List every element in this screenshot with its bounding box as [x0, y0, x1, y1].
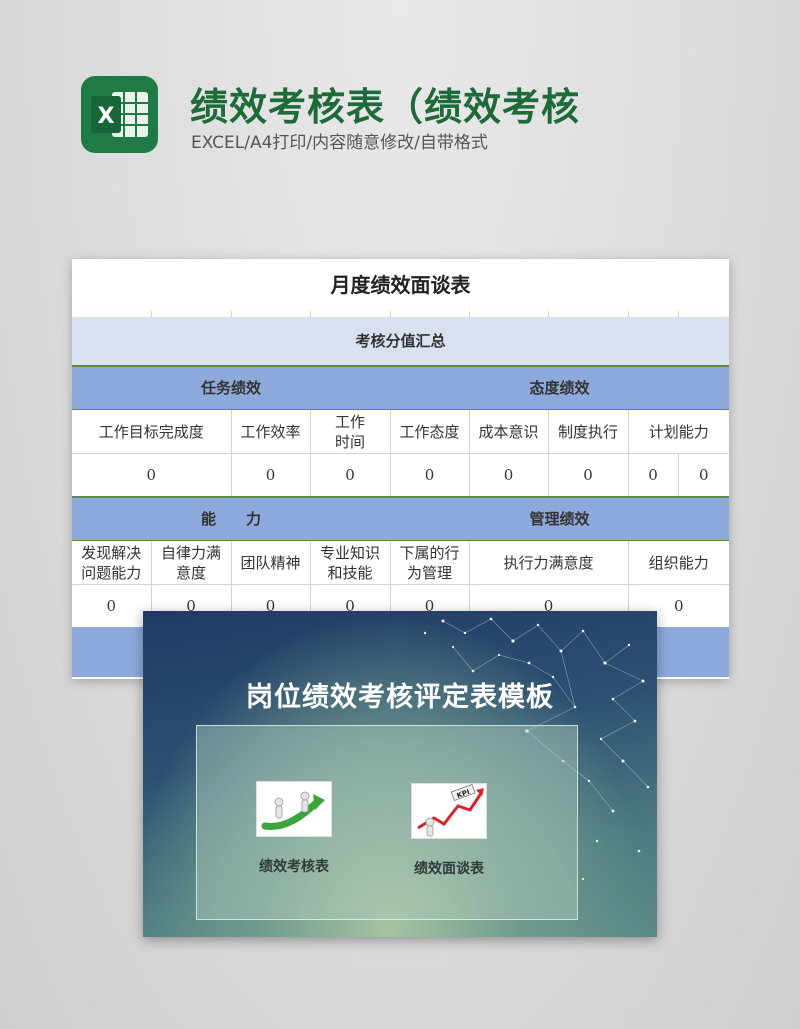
- card-performance-review[interactable]: 绩效考核表: [246, 781, 342, 876]
- svg-text:X: X: [98, 104, 115, 129]
- summary-header: 考核分值汇总: [72, 317, 729, 367]
- document-title: 绩效考核表（绩效考核: [190, 85, 581, 129]
- item-cell: 自律力满 意度: [151, 540, 232, 585]
- item-cell: 发现解决 问题能力: [72, 540, 152, 585]
- document-subtitle: EXCEL/A4打印/内容随意修改/自带格式: [191, 133, 488, 153]
- score-cell: 0: [310, 453, 391, 498]
- group-ability: 能 力: [72, 497, 390, 541]
- score-cell: 0: [469, 453, 549, 498]
- excel-icon: X: [81, 76, 158, 153]
- score-cell: 0: [72, 584, 152, 627]
- group-attitude-performance: 态度绩效: [390, 366, 729, 410]
- item-cell: 制度执行: [548, 409, 629, 454]
- item-cell: 工作 时间: [310, 409, 391, 454]
- card-interview-form[interactable]: KPI 绩效面谈表: [401, 783, 497, 878]
- item-cell: 团队精神: [231, 540, 311, 585]
- score-cell: 0: [548, 453, 629, 498]
- growth-arrow-figures-icon: [256, 781, 332, 837]
- slide-title: 岗位绩效考核评定表模板: [246, 682, 554, 713]
- item-cell: 成本意识: [469, 409, 549, 454]
- score-cell: 0: [231, 453, 311, 498]
- item-cell: 专业知识 和技能: [310, 540, 391, 585]
- template-cover-slide: 岗位绩效考核评定表模板 绩效考核表 KPI 绩效面谈表: [143, 611, 657, 937]
- item-cell: 下属的行 为管理: [390, 540, 470, 585]
- item-cell: 组织能力: [628, 540, 729, 585]
- card-label: 绩效面谈表: [414, 861, 484, 877]
- sheet-title: 月度绩效面谈表: [330, 273, 471, 297]
- score-cell: 0: [628, 453, 679, 498]
- item-cell: 计划能力: [628, 409, 729, 454]
- score-cell: 0: [678, 453, 729, 498]
- item-cell: 工作态度: [390, 409, 470, 454]
- item-cell: 执行力满意度: [469, 540, 629, 585]
- group-management-performance: 管理绩效: [390, 497, 729, 541]
- score-cell: 0: [390, 453, 470, 498]
- card-label: 绩效考核表: [259, 859, 329, 875]
- score-cell: 0: [72, 453, 232, 498]
- kpi-chart-icon: KPI: [411, 783, 487, 839]
- item-cell: 工作目标完成度: [72, 409, 232, 454]
- item-cell: 工作效率: [231, 409, 311, 454]
- group-task-performance: 任务绩效: [72, 366, 390, 410]
